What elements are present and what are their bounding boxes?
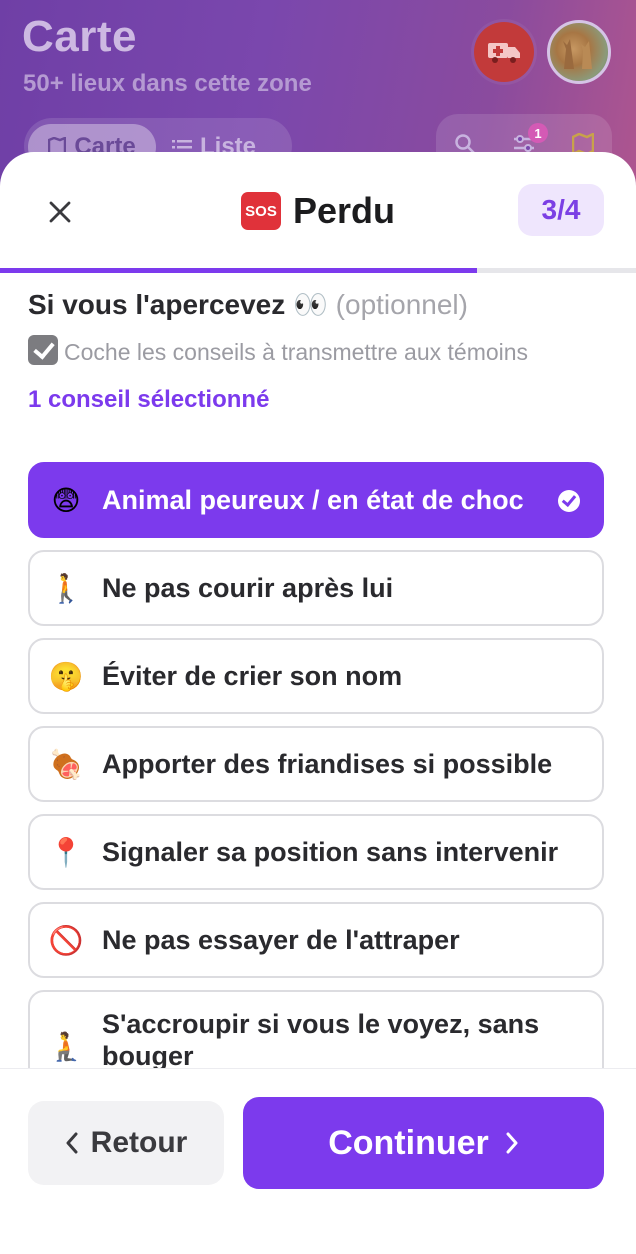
progress-bar	[0, 268, 636, 273]
emergency-button[interactable]	[474, 22, 534, 82]
advice-option[interactable]: 🚶 Ne pas courir après lui	[28, 550, 604, 626]
back-button-label: Retour	[90, 1126, 188, 1159]
advice-list: 😨 Animal peureux / en état de choc 🚶 Ne …	[28, 462, 604, 1098]
optional-label: (optionnel)	[335, 289, 468, 320]
advice-option[interactable]: 📍 Signaler sa position sans intervenir	[28, 814, 604, 890]
progress-fill	[0, 268, 477, 273]
continue-button[interactable]: Continuer	[243, 1097, 604, 1189]
sos-icon: SOS	[240, 192, 281, 230]
advice-option[interactable]: 🚫 Ne pas essayer de l'attraper	[28, 902, 604, 978]
shushing-face-icon: 🤫	[48, 660, 84, 692]
advice-option[interactable]: 🍖 Apporter des friandises si possible	[28, 726, 604, 802]
advice-option-label: Animal peureux / en état de choc	[102, 485, 524, 515]
advice-option-label: S'accroupir si vous le voyez, sans bouge…	[102, 1009, 540, 1071]
checkbox-icon	[28, 335, 58, 365]
chevron-left-icon	[66, 1132, 78, 1154]
selected-count: 1 conseil sélectionné	[28, 386, 270, 413]
prohibited-icon: 🚫	[48, 924, 84, 956]
continue-button-label: Continuer	[328, 1123, 489, 1162]
walking-person-icon: 🚶	[48, 572, 84, 604]
hint-text: Coche les conseils à transmettre aux tém…	[28, 335, 608, 368]
places-count-subtitle: 50+ lieux dans cette zone	[23, 70, 312, 97]
advice-option-label: Apporter des friandises si possible	[102, 749, 553, 779]
advice-option-label: Ne pas essayer de l'attraper	[102, 925, 460, 955]
avatar[interactable]	[547, 20, 611, 84]
advice-option-label: Signaler sa position sans intervenir	[102, 837, 559, 867]
advice-option-label: Éviter de crier son nom	[102, 661, 403, 691]
meat-on-bone-icon: 🍖	[48, 748, 84, 780]
page-title: Carte	[22, 12, 137, 61]
dogs-photo-icon	[563, 39, 592, 69]
sheet-title-text: Perdu	[292, 190, 396, 231]
chevron-right-icon	[506, 1132, 518, 1154]
check-circle-icon	[558, 490, 580, 512]
advice-option[interactable]: 🤫 Éviter de crier son nom	[28, 638, 604, 714]
step-indicator: 3/4	[518, 184, 604, 236]
pin-icon: 📍	[48, 836, 84, 868]
ambulance-icon	[488, 43, 520, 63]
sheet-footer: Retour Continuer	[0, 1068, 636, 1254]
fearful-face-icon: 😨	[51, 484, 81, 516]
section-title: Si vous l'apercevez 👀 (optionnel)	[28, 288, 608, 321]
back-button[interactable]: Retour	[28, 1101, 224, 1185]
advice-option[interactable]: 😨 Animal peureux / en état de choc	[28, 462, 604, 538]
section-title-text: Si vous l'apercevez 👀	[28, 289, 328, 320]
filter-count-badge: 1	[528, 123, 548, 143]
advice-option-label: Ne pas courir après lui	[102, 573, 394, 603]
kneeling-person-icon: 🧎	[48, 1031, 84, 1062]
lost-pet-sheet: SOS Perdu 3/4 Si vous l'apercevez 👀 (opt…	[0, 152, 636, 1254]
hint-label: Coche les conseils à transmettre aux tém…	[64, 339, 529, 365]
